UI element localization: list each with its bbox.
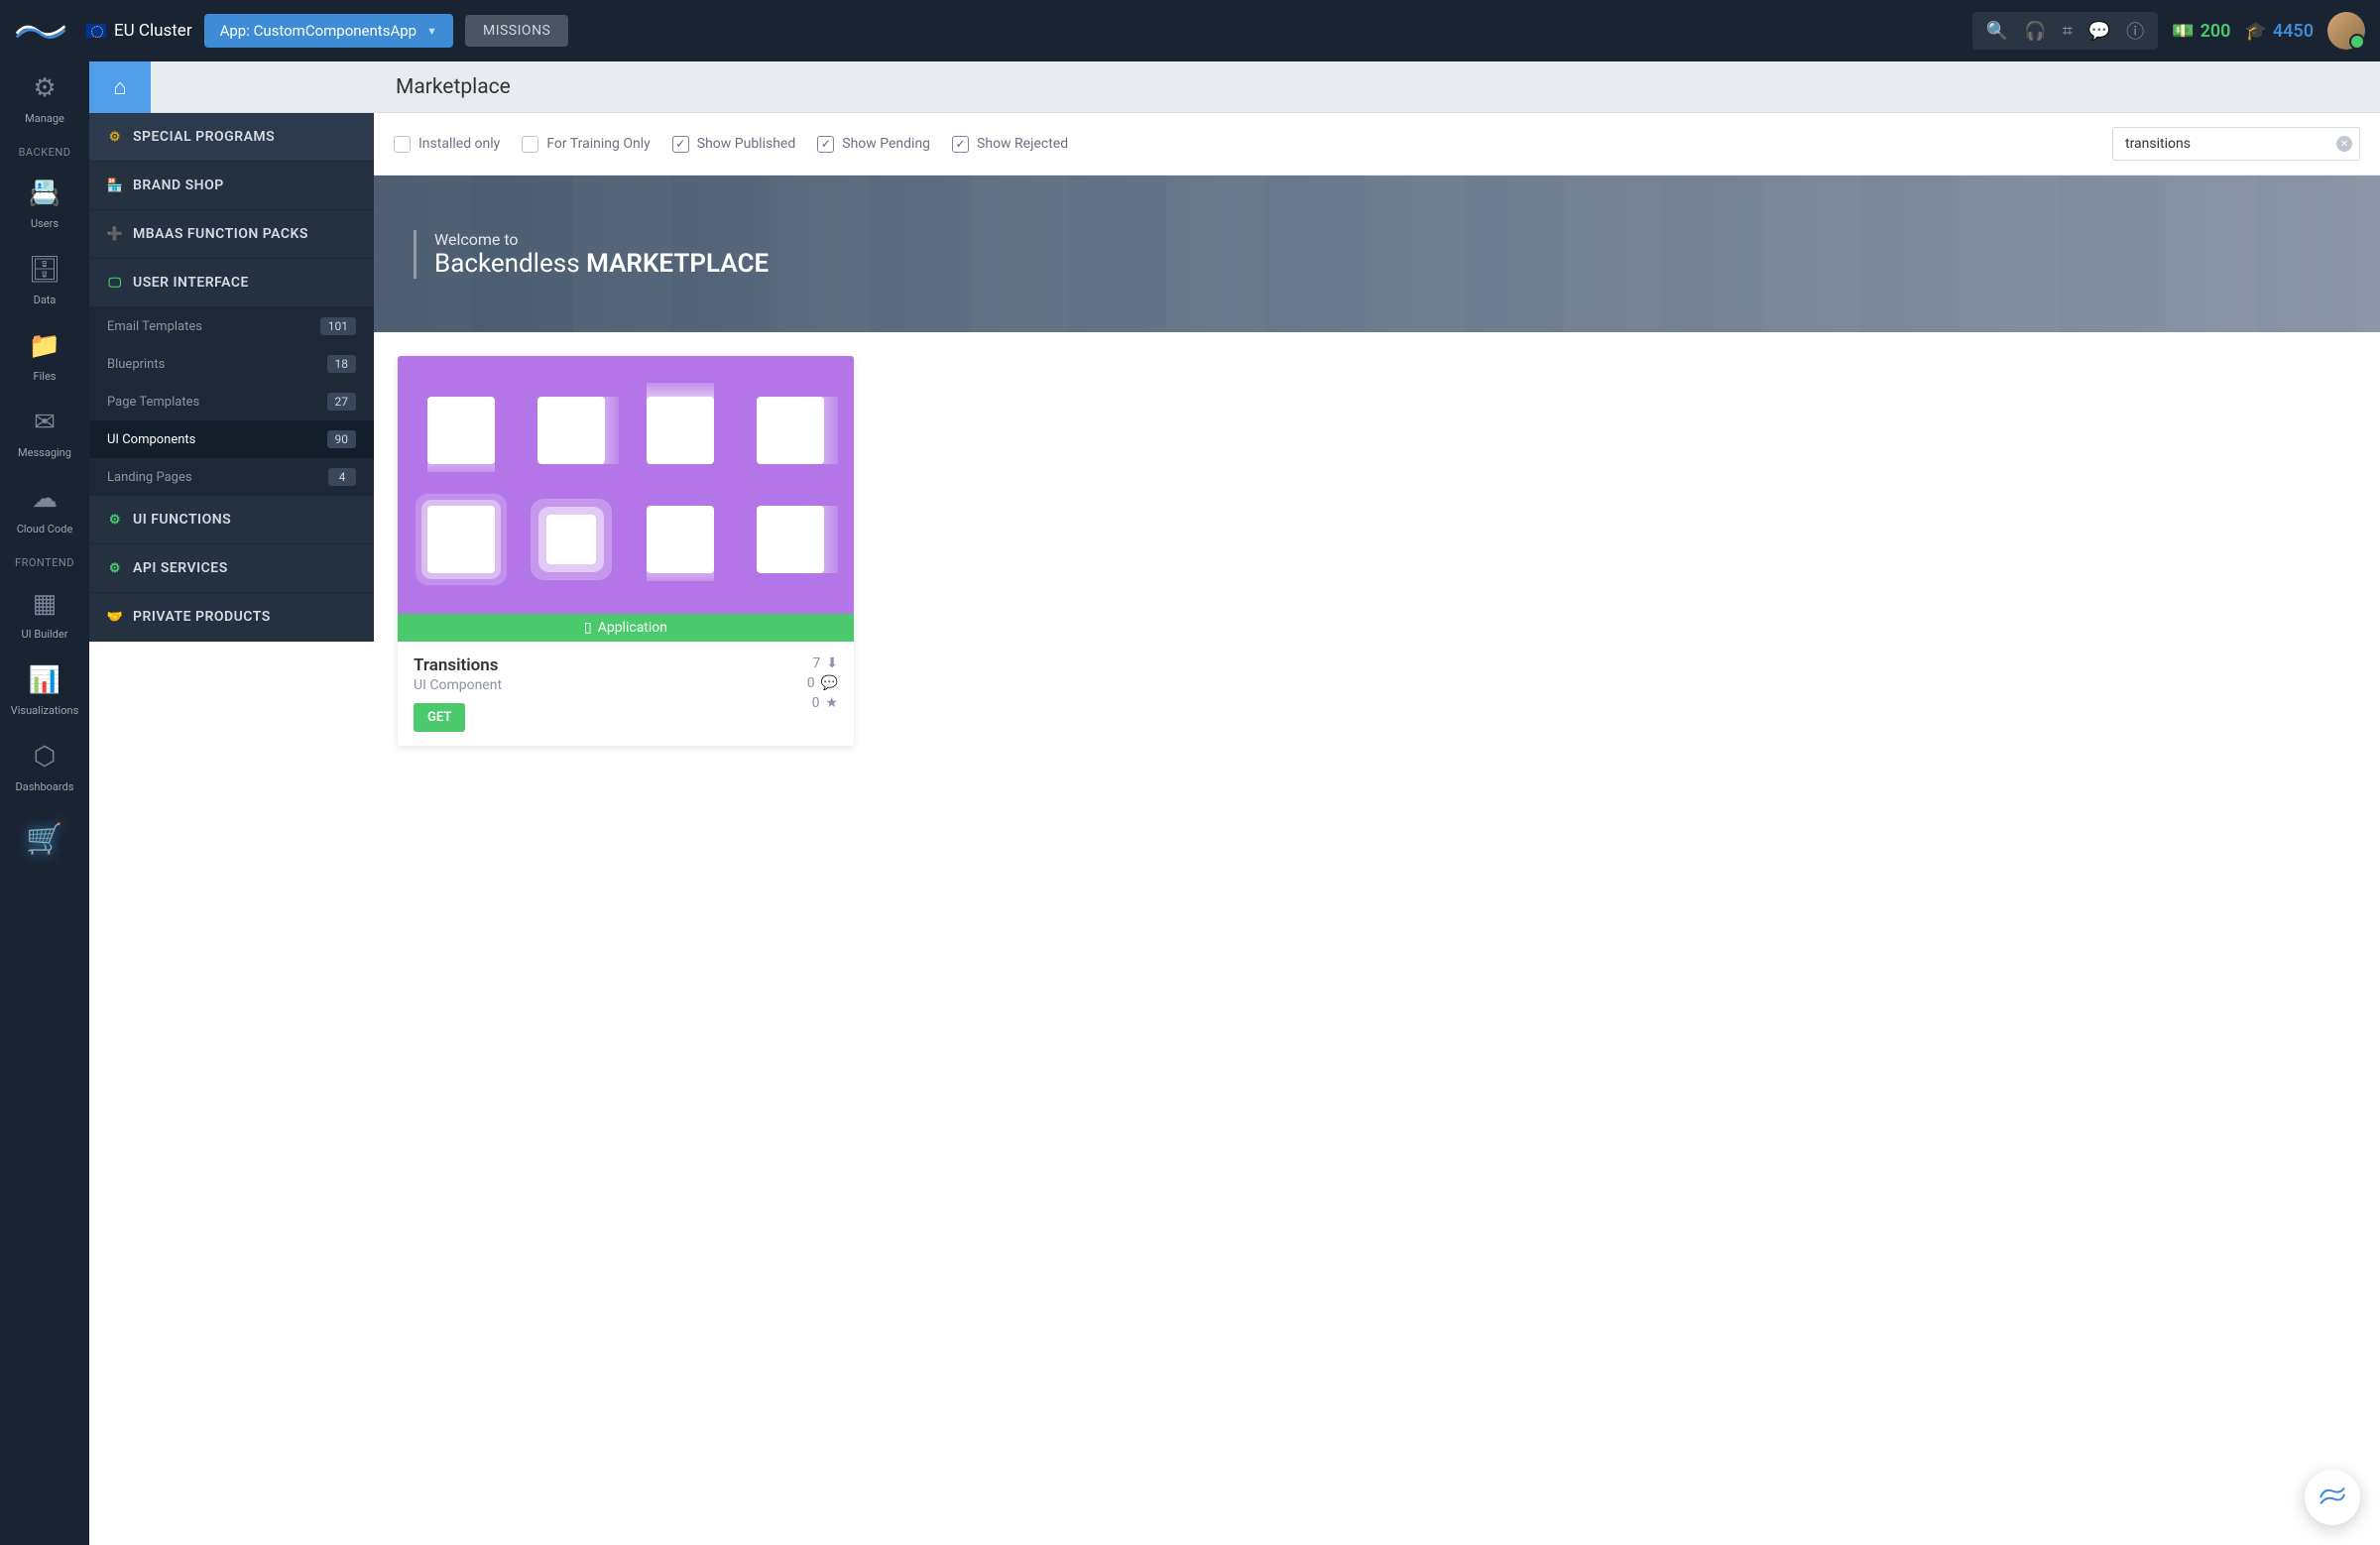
chat-widget[interactable] bbox=[2305, 1470, 2360, 1525]
handshake-icon: 🤝 bbox=[107, 609, 123, 625]
search-input[interactable] bbox=[2112, 127, 2360, 161]
comment-icon: 💬 bbox=[821, 675, 838, 691]
rail-marketplace[interactable]: 🛒 bbox=[0, 806, 89, 873]
folder-icon: 📁 bbox=[4, 331, 85, 361]
cash-icon: 💵 bbox=[2172, 21, 2194, 42]
transition-preview-icon bbox=[427, 506, 495, 573]
transition-preview-icon bbox=[427, 397, 495, 464]
search-icon[interactable]: 🔍 bbox=[1986, 21, 2008, 42]
envelope-icon: ✉ bbox=[4, 408, 85, 437]
rail-files[interactable]: 📁 Files bbox=[0, 319, 89, 396]
credits-green[interactable]: 💵 200 bbox=[2172, 21, 2230, 42]
sub-landing-pages[interactable]: Landing Pages 4 bbox=[89, 458, 374, 496]
hero-banner: Welcome to Backendless MARKETPLACE bbox=[374, 176, 2380, 332]
gear-icon: ⚙ bbox=[4, 73, 85, 103]
card-subtitle: UI Component bbox=[414, 677, 807, 693]
user-avatar[interactable] bbox=[2327, 12, 2365, 50]
card-preview bbox=[398, 356, 854, 614]
cat-ui-functions[interactable]: ⚙ UI FUNCTIONS bbox=[89, 496, 374, 544]
rail-users[interactable]: 📇 Users bbox=[0, 167, 89, 243]
gears-icon: ⚙ bbox=[107, 129, 123, 145]
info-icon[interactable]: ⓘ bbox=[2126, 18, 2144, 44]
mobile-icon: ▯ bbox=[584, 620, 592, 636]
cat-api-services[interactable]: ⚙ API SERVICES bbox=[89, 544, 374, 593]
graduation-icon: 🎓 bbox=[2244, 21, 2266, 42]
monitor-icon: 🖵 bbox=[107, 275, 123, 291]
get-button[interactable]: GET bbox=[414, 703, 465, 732]
cluster-selector[interactable]: EU Cluster bbox=[86, 21, 192, 41]
card-tag: ▯ Application bbox=[398, 614, 854, 642]
cloud-icon: ☁ bbox=[4, 484, 85, 514]
rail-backend-header: BACKEND bbox=[19, 138, 71, 167]
sub-ui-components[interactable]: UI Components 90 bbox=[89, 420, 374, 458]
missions-button[interactable]: MISSIONS bbox=[465, 15, 568, 47]
chat-icon[interactable]: 💬 bbox=[2088, 21, 2110, 42]
star-icon: ★ bbox=[825, 695, 838, 711]
app-selector[interactable]: App: CustomComponentsApp ▼ bbox=[204, 14, 453, 48]
brand-logo[interactable] bbox=[15, 16, 74, 46]
rail-dashboards[interactable]: ⬡ Dashboards bbox=[0, 730, 89, 806]
transition-preview-icon bbox=[757, 397, 824, 464]
home-button[interactable]: ⌂ bbox=[89, 61, 151, 113]
shop-icon: 🏪 bbox=[107, 178, 123, 193]
transition-preview-icon bbox=[647, 506, 714, 573]
chevron-down-icon: ▼ bbox=[426, 25, 437, 38]
support-icon[interactable]: 🎧 bbox=[2024, 21, 2046, 42]
page-title: Marketplace bbox=[374, 75, 511, 99]
cat-mbaas[interactable]: ➕ MBAAS FUNCTION PACKS bbox=[89, 210, 374, 259]
transition-preview-icon bbox=[757, 506, 824, 573]
dashboard-icon: ⬡ bbox=[4, 742, 85, 772]
rail-messaging[interactable]: ✉ Messaging bbox=[0, 396, 89, 472]
filter-training-only[interactable]: For Training Only bbox=[522, 136, 650, 153]
cluster-label: EU Cluster bbox=[114, 21, 192, 41]
cat-brand-shop[interactable]: 🏪 BRAND SHOP bbox=[89, 162, 374, 210]
product-card[interactable]: ▯ Application Transitions UI Component G… bbox=[398, 356, 854, 746]
rail-cloud-code[interactable]: ☁ Cloud Code bbox=[0, 472, 89, 548]
cat-private-products[interactable]: 🤝 PRIVATE PRODUCTS bbox=[89, 593, 374, 642]
clear-search-icon[interactable]: ✕ bbox=[2336, 136, 2352, 152]
transition-preview-icon bbox=[537, 397, 605, 464]
filter-installed-only[interactable]: Installed only bbox=[394, 136, 500, 153]
rail-visualizations[interactable]: 📊 Visualizations bbox=[0, 654, 89, 730]
rail-ui-builder[interactable]: ▦ UI Builder bbox=[0, 577, 89, 654]
stat-comments: 0 💬 bbox=[807, 675, 838, 691]
sub-page-templates[interactable]: Page Templates 27 bbox=[89, 383, 374, 420]
hero-welcome: Welcome to bbox=[434, 230, 769, 249]
rail-data[interactable]: 🗄 Data bbox=[0, 243, 89, 319]
database-icon: 🗄 bbox=[4, 255, 85, 285]
home-icon: ⌂ bbox=[113, 74, 126, 100]
download-icon: ⬇ bbox=[826, 655, 838, 671]
filter-show-pending[interactable]: ✓ Show Pending bbox=[817, 136, 930, 153]
users-icon: 📇 bbox=[4, 178, 85, 208]
checkbox-checked-icon: ✓ bbox=[952, 136, 969, 153]
plus-icon: ➕ bbox=[107, 226, 123, 242]
gears-icon: ⚙ bbox=[107, 560, 123, 576]
checkbox-checked-icon: ✓ bbox=[672, 136, 689, 153]
transition-preview-icon bbox=[647, 397, 714, 464]
stat-downloads: 7 ⬇ bbox=[812, 655, 838, 671]
checkbox-icon bbox=[394, 136, 411, 153]
sub-blueprints[interactable]: Blueprints 18 bbox=[89, 345, 374, 383]
filter-show-rejected[interactable]: ✓ Show Rejected bbox=[952, 136, 1068, 153]
cat-user-interface[interactable]: 🖵 USER INTERFACE bbox=[89, 259, 374, 307]
filter-show-published[interactable]: ✓ Show Published bbox=[672, 136, 795, 153]
rail-frontend-header: FRONTEND bbox=[15, 548, 74, 577]
app-label: App: CustomComponentsApp bbox=[220, 22, 416, 40]
chart-icon: 📊 bbox=[4, 665, 85, 695]
cart-icon: 🛒 bbox=[26, 822, 62, 857]
hero-title: Backendless MARKETPLACE bbox=[434, 249, 769, 279]
slack-icon[interactable]: ⌗ bbox=[2063, 21, 2073, 42]
cat-special-programs[interactable]: ⚙ SPECIAL PROGRAMS bbox=[89, 113, 374, 162]
card-title: Transitions bbox=[414, 655, 807, 675]
transition-preview-icon bbox=[546, 515, 596, 564]
eu-flag-icon bbox=[86, 24, 106, 38]
gears-icon: ⚙ bbox=[107, 512, 123, 528]
checkbox-checked-icon: ✓ bbox=[817, 136, 834, 153]
layout-icon: ▦ bbox=[4, 589, 85, 619]
credits-blue[interactable]: 🎓 4450 bbox=[2244, 21, 2314, 42]
stat-stars: 0 ★ bbox=[812, 695, 838, 711]
rail-manage[interactable]: ⚙ Manage bbox=[0, 61, 89, 138]
checkbox-icon bbox=[522, 136, 538, 153]
sub-email-templates[interactable]: Email Templates 101 bbox=[89, 307, 374, 345]
